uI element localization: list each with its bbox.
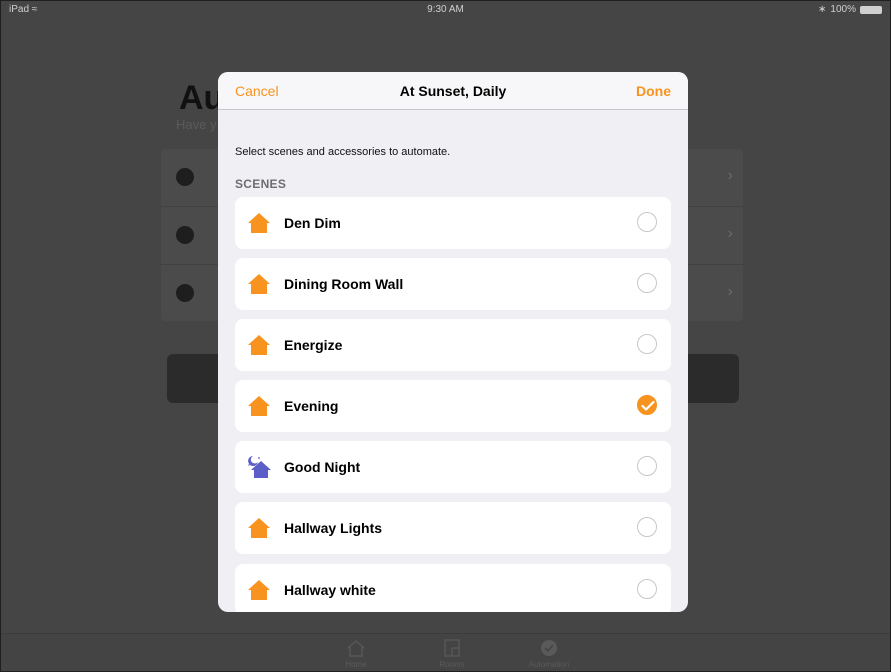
scene-label: Hallway Lights bbox=[284, 520, 383, 536]
app-window: iPad ≈ 9:30 AM ∗ 100% Au Have y › › › Ho… bbox=[0, 0, 891, 672]
instruction-text: Select scenes and accessories to automat… bbox=[235, 146, 451, 158]
scene-row-evening[interactable]: Evening bbox=[235, 380, 671, 432]
scene-label: Hallway white bbox=[284, 582, 376, 598]
scene-row-good-night[interactable]: Good Night bbox=[235, 441, 671, 493]
chevron-right-icon: › bbox=[727, 283, 733, 300]
automation-icon bbox=[541, 640, 557, 656]
scene-checkbox[interactable] bbox=[637, 456, 657, 476]
scene-checkbox[interactable] bbox=[637, 273, 657, 293]
house-icon bbox=[248, 396, 270, 416]
automation-scenes-sheet: Cancel At Sunset, Daily Done Select scen… bbox=[218, 72, 688, 612]
scene-checkbox[interactable] bbox=[637, 212, 657, 232]
home-icon bbox=[347, 640, 365, 657]
chevron-right-icon: › bbox=[727, 225, 733, 242]
tab-rooms-label: Rooms bbox=[439, 660, 465, 669]
checkmark-icon bbox=[641, 400, 655, 411]
clock-icon bbox=[176, 168, 194, 186]
tab-automation: Automation bbox=[519, 638, 579, 669]
scene-checkbox[interactable] bbox=[637, 517, 657, 537]
house-icon bbox=[248, 580, 270, 600]
scene-row-hallway-lights[interactable]: Hallway Lights bbox=[235, 502, 671, 554]
scene-checkbox[interactable] bbox=[637, 334, 657, 354]
scene-label: Evening bbox=[284, 398, 339, 414]
scene-row-hallway-white[interactable]: Hallway white bbox=[235, 564, 671, 612]
house-icon bbox=[248, 274, 270, 294]
house-icon bbox=[248, 335, 270, 355]
scene-row-energize[interactable]: Energize bbox=[235, 319, 671, 371]
status-time: 9:30 AM bbox=[427, 4, 464, 15]
bluetooth-icon: ∗ bbox=[818, 4, 827, 15]
battery-icon bbox=[860, 5, 882, 14]
scene-label: Energize bbox=[284, 337, 343, 353]
scenes-section-header: SCENES bbox=[235, 177, 287, 191]
sheet-nav-bar: Cancel At Sunset, Daily Done bbox=[218, 72, 688, 110]
house-icon bbox=[248, 518, 270, 538]
scene-label: Dining Room Wall bbox=[284, 276, 404, 292]
scene-row-den-dim[interactable]: Den Dim bbox=[235, 197, 671, 249]
chevron-right-icon: › bbox=[727, 167, 733, 184]
scene-checkbox[interactable] bbox=[637, 579, 657, 599]
clock-icon bbox=[176, 284, 194, 302]
sheet-title: At Sunset, Daily bbox=[399, 83, 507, 99]
moon-house-icon bbox=[248, 456, 271, 478]
battery-percent: 100% bbox=[830, 4, 856, 15]
tab-rooms: Rooms bbox=[422, 638, 482, 669]
status-right: ∗ 100% bbox=[818, 4, 882, 15]
scene-row-dining-room-wall[interactable]: Dining Room Wall bbox=[235, 258, 671, 310]
scene-label: Den Dim bbox=[284, 215, 341, 231]
scene-label: Good Night bbox=[284, 459, 361, 475]
house-icon bbox=[248, 213, 270, 233]
tab-automation-label: Automation bbox=[528, 660, 570, 669]
tab-home: Home bbox=[326, 638, 386, 669]
tab-bar: Home Rooms Automation bbox=[1, 633, 890, 671]
background-page-subtitle: Have y bbox=[176, 117, 217, 132]
clock-icon bbox=[176, 226, 194, 244]
status-bar: iPad ≈ 9:30 AM ∗ 100% bbox=[1, 1, 890, 19]
scene-checkbox-checked[interactable] bbox=[637, 395, 657, 415]
tab-home-label: Home bbox=[345, 660, 367, 669]
rooms-icon bbox=[444, 639, 460, 657]
done-button[interactable]: Done bbox=[636, 83, 671, 99]
